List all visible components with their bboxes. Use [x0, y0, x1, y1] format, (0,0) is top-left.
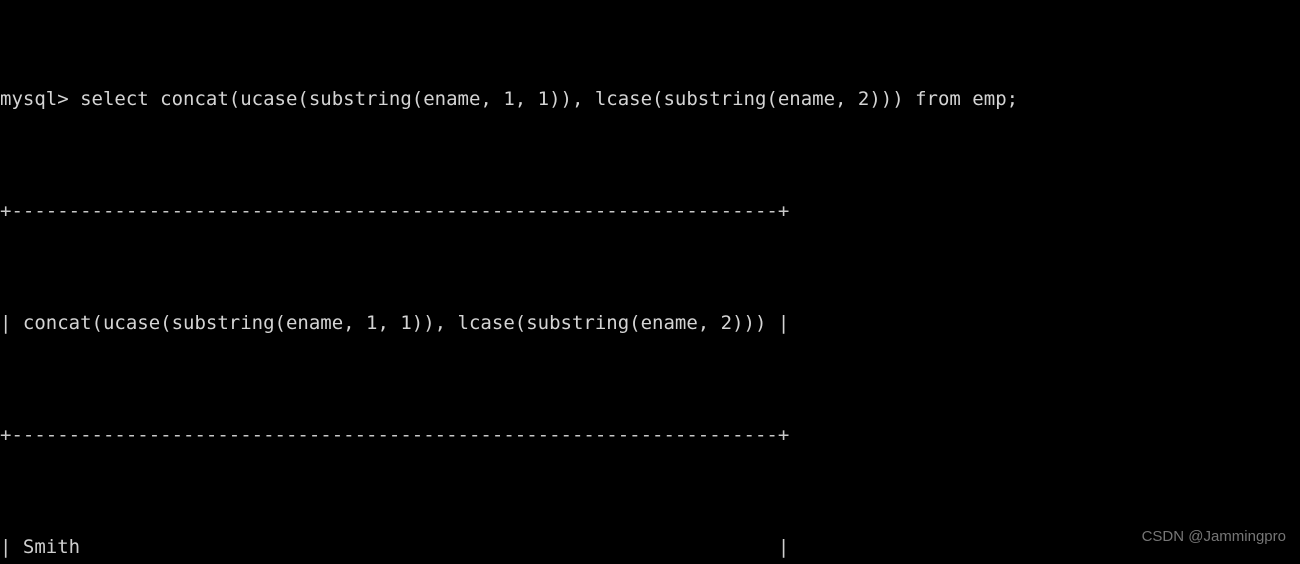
table-border-mid: +---------------------------------------…: [0, 424, 790, 446]
table-row: | Smith |: [0, 536, 790, 558]
command-prompt-line: mysql> select concat(ucase(substring(ena…: [0, 88, 1019, 110]
table-column-header-row: | concat(ucase(substring(ename, 1, 1)), …: [0, 312, 790, 334]
terminal-window[interactable]: mysql> select concat(ucase(substring(ena…: [0, 0, 1300, 564]
table-border-top: +---------------------------------------…: [0, 200, 790, 222]
csdn-watermark: CSDN @Jammingpro: [1141, 528, 1286, 545]
terminal-screen[interactable]: mysql> select concat(ucase(substring(ena…: [0, 1, 1018, 564]
